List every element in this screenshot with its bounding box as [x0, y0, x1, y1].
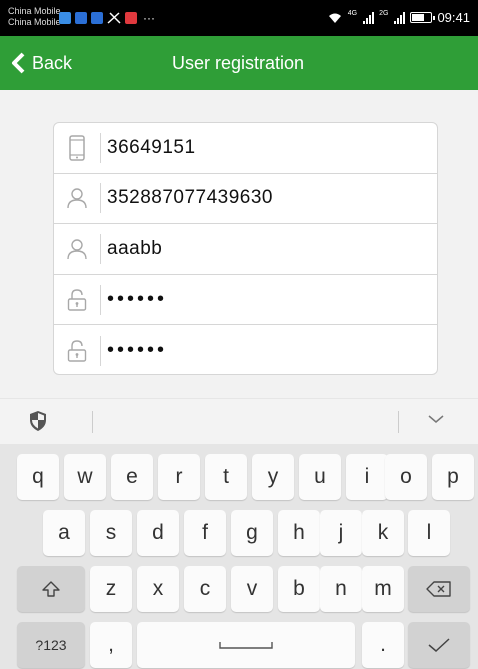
key-j[interactable]: j — [320, 510, 362, 556]
app-notification-icon — [91, 12, 103, 24]
key-e[interactable]: e — [111, 454, 153, 500]
comma-key[interactable]: , — [90, 622, 132, 668]
more-notifications-icon: ··· — [143, 11, 155, 25]
key-m[interactable]: m — [362, 566, 404, 612]
app-notification-icon — [75, 12, 87, 24]
key-q[interactable]: q — [17, 454, 59, 500]
key-v[interactable]: v — [231, 566, 273, 612]
lock-icon — [54, 325, 100, 376]
status-bar: China Mobile China Mobile ··· 4G 2G 09:4… — [0, 0, 478, 36]
notification-icons: ··· — [59, 11, 155, 25]
key-z[interactable]: z — [90, 566, 132, 612]
wifi-icon — [328, 13, 341, 23]
username-value: aaabb — [107, 237, 163, 259]
key-g[interactable]: g — [231, 510, 273, 556]
id-number-value: 352887077439630 — [107, 187, 274, 209]
period-key[interactable]: . — [362, 622, 404, 668]
key-o[interactable]: o — [385, 454, 427, 500]
signal-1-icon — [363, 11, 375, 24]
key-r[interactable]: r — [158, 454, 200, 500]
signal-2-icon — [394, 11, 406, 24]
tools-icon — [107, 12, 121, 24]
key-a[interactable]: a — [43, 510, 85, 556]
keyboard-toolbar — [0, 398, 478, 444]
password-value: •••••• — [107, 288, 168, 311]
phone-value: 36649151 — [107, 136, 196, 158]
carrier-1: China Mobile — [8, 6, 61, 16]
key-u[interactable]: u — [299, 454, 341, 500]
username-field[interactable]: aaabb — [54, 224, 437, 275]
key-b[interactable]: b — [278, 566, 320, 612]
user-icon — [54, 224, 100, 274]
app-notification-icon — [125, 12, 137, 24]
key-d[interactable]: d — [137, 510, 179, 556]
password-field[interactable]: •••••• — [54, 275, 437, 326]
back-button[interactable]: Back — [10, 36, 72, 90]
shift-icon — [42, 581, 60, 597]
soft-keyboard: q w e r t y u i o p a s d f g h j k l z … — [0, 444, 478, 669]
key-f[interactable]: f — [184, 510, 226, 556]
key-y[interactable]: y — [252, 454, 294, 500]
shift-key[interactable] — [17, 566, 85, 612]
confirm-password-value: •••••• — [107, 339, 168, 362]
toolbar-divider — [92, 411, 93, 433]
user-icon — [54, 174, 100, 224]
app-notification-icon — [59, 12, 71, 24]
key-x[interactable]: x — [137, 566, 179, 612]
key-h[interactable]: h — [278, 510, 320, 556]
carrier-labels: China Mobile China Mobile — [8, 6, 61, 28]
key-c[interactable]: c — [184, 566, 226, 612]
key-p[interactable]: p — [432, 454, 474, 500]
battery-icon — [410, 12, 436, 23]
key-l[interactable]: l — [408, 510, 450, 556]
phone-icon — [54, 123, 100, 173]
carrier-2: China Mobile — [8, 17, 61, 27]
space-key[interactable] — [137, 622, 355, 668]
key-s[interactable]: s — [90, 510, 132, 556]
back-label: Back — [32, 52, 73, 73]
phone-field[interactable]: 36649151 — [54, 123, 437, 174]
key-t[interactable]: t — [205, 454, 247, 500]
backspace-icon — [426, 581, 451, 597]
id-number-field[interactable]: 352887077439630 — [54, 174, 437, 225]
checkmark-icon — [428, 638, 450, 653]
status-indicators: 4G 2G 09:41 — [327, 10, 470, 25]
registration-form: 36649151 352887077439630 aaabb •••••• ••… — [53, 122, 438, 375]
shield-icon[interactable] — [28, 410, 48, 432]
symbols-key[interactable]: ?123 — [17, 622, 85, 668]
toolbar-divider — [398, 411, 399, 433]
signal-2: 2G — [379, 10, 389, 17]
key-i[interactable]: i — [346, 454, 388, 500]
backspace-key[interactable] — [408, 566, 470, 612]
key-w[interactable]: w — [64, 454, 106, 500]
signal-1: 4G — [347, 10, 358, 17]
app-bar: Back User registration — [0, 36, 478, 90]
lock-icon — [54, 275, 100, 325]
enter-key[interactable] — [408, 622, 470, 668]
space-bar-icon — [219, 642, 273, 649]
chevron-left-icon — [12, 52, 25, 74]
key-n[interactable]: n — [320, 566, 362, 612]
chevron-down-icon[interactable] — [427, 413, 445, 425]
clock: 09:41 — [437, 10, 470, 25]
page-title: User registration — [172, 53, 305, 73]
confirm-password-field[interactable]: •••••• — [54, 325, 437, 376]
key-k[interactable]: k — [362, 510, 404, 556]
